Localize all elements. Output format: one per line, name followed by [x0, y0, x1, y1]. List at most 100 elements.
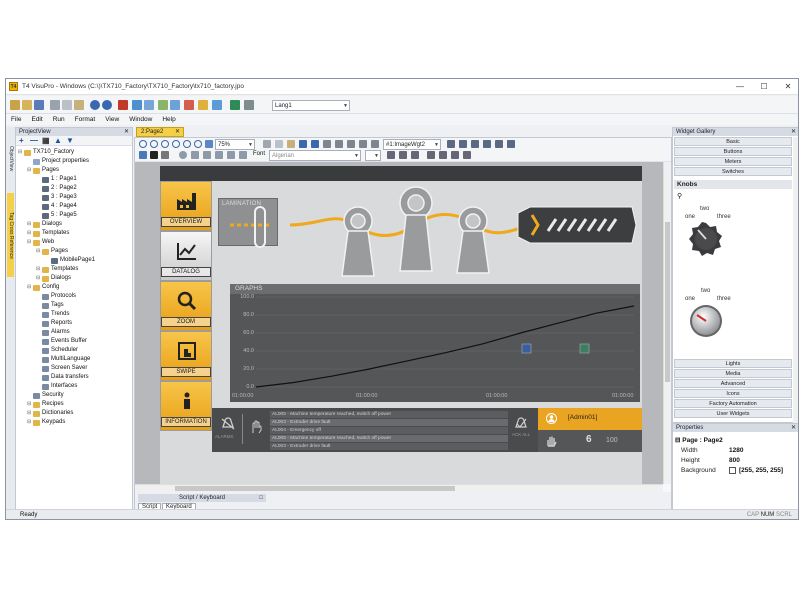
tree-item[interactable]: Interfaces	[36, 382, 77, 391]
color-swatch[interactable]	[729, 467, 736, 474]
close-button[interactable]: ✕	[776, 79, 798, 95]
trend-graph[interactable]: GRAPHS 100.0 80.0 60.0 40.0 20.0 0.0 01:…	[230, 284, 640, 402]
shape-icon[interactable]	[179, 151, 187, 159]
line-color-icon[interactable]	[150, 151, 158, 159]
tree-item[interactable]: ⊟ Web	[27, 238, 54, 247]
tree-item[interactable]: Scheduler	[36, 346, 78, 355]
align-left-icon[interactable]	[447, 140, 455, 148]
property-background[interactable]: Background [255, 255, 255]	[679, 466, 795, 475]
minimize-button[interactable]: —	[728, 79, 752, 95]
simulate-icon[interactable]	[170, 100, 180, 110]
ack-all-button[interactable]: ACK ALL	[512, 432, 530, 437]
upload-icon[interactable]	[144, 100, 154, 110]
knob-dark-widget[interactable]	[689, 222, 723, 256]
alarm-row[interactable]: AL005 - Machine temperature reached, swi…	[270, 435, 508, 442]
menu-view[interactable]: View	[100, 114, 124, 125]
language-icon[interactable]	[244, 100, 254, 110]
arrow-down-icon[interactable]: ▼	[66, 136, 74, 146]
remove-icon[interactable]: —	[30, 136, 38, 146]
cut-icon[interactable]	[263, 140, 271, 148]
copy-icon[interactable]	[62, 100, 72, 110]
menu-run[interactable]: Run	[48, 114, 70, 125]
zoom-fit-icon[interactable]	[161, 140, 169, 148]
tab-objectview[interactable]: ObjectView	[7, 129, 14, 189]
language-combo[interactable]: Lang1 ▼	[272, 100, 350, 111]
menu-help[interactable]: Help	[157, 114, 180, 125]
close-icon[interactable]: ✕	[175, 128, 180, 137]
group-icon[interactable]	[323, 140, 331, 148]
cut-icon[interactable]	[50, 100, 60, 110]
nav-zoom-button[interactable]: ZOOM	[160, 281, 212, 331]
italic-icon[interactable]	[399, 151, 407, 159]
undo-icon[interactable]	[299, 140, 307, 148]
redo-icon[interactable]	[311, 140, 319, 148]
editor-vertical-scrollbar[interactable]	[663, 162, 671, 484]
nav-swipe-button[interactable]: SWIPE	[160, 331, 212, 381]
text-align-center-icon[interactable]	[439, 151, 447, 159]
category-advanced[interactable]: Advanced	[674, 379, 792, 388]
alarm-row[interactable]: AL003 - Extruder drive fault	[270, 419, 508, 426]
zoom-combo[interactable]: 75% ▼	[215, 139, 255, 150]
distribute-icon[interactable]	[507, 140, 515, 148]
tree-item[interactable]: 5 : Page5	[36, 211, 77, 220]
tree-item[interactable]: Tags	[36, 301, 64, 310]
knob-silver-widget[interactable]	[689, 304, 723, 338]
alarm-bell-icon[interactable]	[220, 416, 236, 430]
tree-item[interactable]: ⊟ Dialogs	[36, 274, 71, 283]
category-lights[interactable]: Lights	[674, 359, 792, 368]
tree-item[interactable]: Reports	[36, 319, 72, 328]
maximize-button[interactable]: ☐	[752, 79, 776, 95]
properties-group[interactable]: ⊟ Page : Page2	[675, 436, 723, 444]
shadow-icon[interactable]	[239, 151, 247, 159]
design-canvas[interactable]: OVERVIEW DATALOG ZOOM SWIPE INFORMATION …	[135, 162, 671, 484]
close-icon[interactable]: ✕	[791, 424, 796, 432]
align-top-icon[interactable]	[483, 140, 491, 148]
user-panel[interactable]: [Admin01]	[538, 408, 642, 430]
build-icon[interactable]	[158, 100, 168, 110]
tree-item[interactable]: Protocols	[36, 292, 76, 301]
nav-information-button[interactable]: INFORMATION	[160, 381, 212, 431]
property-background-value[interactable]: [255, 255, 255]	[739, 466, 783, 475]
ack-bell-icon[interactable]	[514, 417, 528, 429]
fill-color-icon[interactable]	[139, 151, 147, 159]
tab-tag-cross-reference[interactable]: Tag Cross Reference	[7, 193, 14, 277]
arrow-up-icon[interactable]: ▲	[54, 136, 62, 146]
menu-format[interactable]: Format	[70, 114, 101, 125]
bring-front-icon[interactable]	[347, 140, 355, 148]
grid-icon[interactable]: ▦	[42, 136, 50, 146]
send-back-icon[interactable]	[359, 140, 367, 148]
tree-item[interactable]: MultiLanguage	[36, 355, 90, 364]
widget-gallery-scrollbar[interactable]	[793, 137, 798, 423]
zoom-height-icon[interactable]	[194, 140, 202, 148]
home-icon[interactable]	[230, 100, 240, 110]
font-combo[interactable]: Algerian ▼	[269, 150, 361, 161]
tree-item[interactable]: 2 : Page2	[36, 184, 77, 193]
tree-item[interactable]: ⊟ Recipes	[27, 400, 64, 409]
new-icon[interactable]	[10, 100, 20, 110]
nav-overview-button[interactable]: OVERVIEW	[160, 181, 212, 231]
alarm-row[interactable]: AL004 - Emergency off	[270, 427, 508, 434]
tree-item[interactable]: Alarms	[36, 328, 70, 337]
close-icon[interactable]: ✕	[124, 128, 129, 136]
category-media[interactable]: Media	[674, 369, 792, 378]
tree-item[interactable]: Data transfers	[36, 373, 89, 382]
category-meters[interactable]: Meters	[674, 157, 792, 166]
tree-item[interactable]: 3 : Page3	[36, 193, 77, 202]
menu-edit[interactable]: Edit	[26, 114, 47, 125]
lock-icon[interactable]	[371, 140, 379, 148]
tree-item[interactable]: 1 : Page1	[36, 175, 77, 184]
tree-item[interactable]: ⊟ Templates	[36, 265, 78, 274]
tree-item[interactable]: ⊟ Keypads	[27, 418, 65, 427]
image-icon[interactable]	[191, 151, 199, 159]
bold-icon[interactable]	[387, 151, 395, 159]
text-icon[interactable]	[203, 151, 211, 159]
menu-window[interactable]: Window	[124, 114, 157, 125]
tree-item[interactable]: ⊟ Templates	[27, 229, 69, 238]
pin-icon[interactable]: □	[259, 494, 263, 502]
ungroup-icon[interactable]	[335, 140, 343, 148]
property-height-value[interactable]: 800	[729, 456, 740, 465]
hmi-page[interactable]: OVERVIEW DATALOG ZOOM SWIPE INFORMATION …	[160, 166, 642, 484]
tree-item[interactable]: Trends	[36, 310, 69, 319]
tree-item[interactable]: MobilePage1	[45, 256, 95, 265]
refresh-icon[interactable]	[205, 140, 213, 148]
